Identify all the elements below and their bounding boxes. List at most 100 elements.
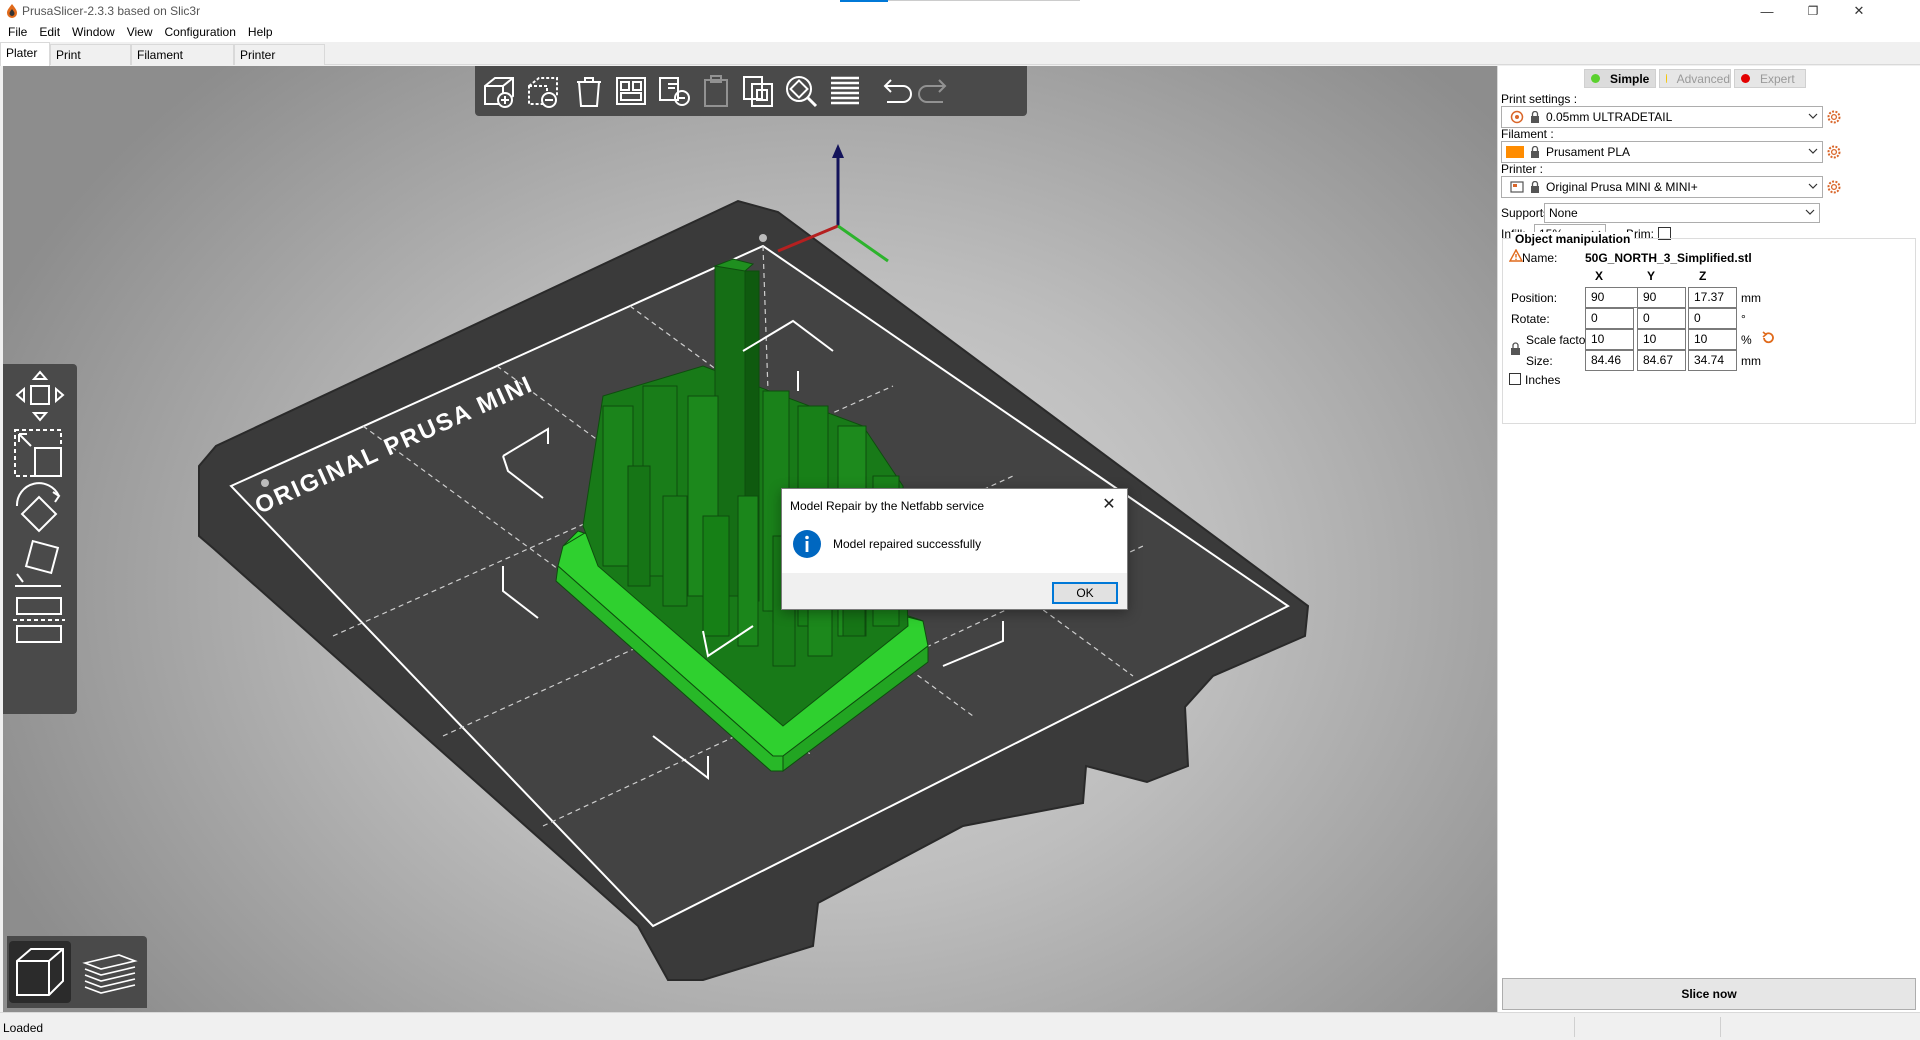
3d-view-icon[interactable] xyxy=(9,941,71,1003)
title-accent-line xyxy=(888,0,1080,1)
menu-edit[interactable]: Edit xyxy=(33,25,66,39)
mode-advanced-button[interactable]: Advanced xyxy=(1659,69,1731,88)
undo-icon[interactable] xyxy=(875,72,915,110)
add-icon[interactable] xyxy=(481,72,521,110)
search-icon[interactable] xyxy=(781,72,821,110)
chevron-down-icon xyxy=(1808,183,1818,189)
minimize-button[interactable]: — xyxy=(1744,0,1790,22)
dialog-title: Model Repair by the Netfabb service xyxy=(790,499,985,513)
printer-icon xyxy=(1510,181,1524,193)
lock-icon xyxy=(1531,111,1539,123)
name-label: Name: xyxy=(1522,251,1558,265)
object-manipulation-panel: Object manipulation Name: 50G_NORTH_3_Si… xyxy=(1502,232,1916,424)
model-repair-dialog: Model Repair by the Netfabb service ✕ Mo… xyxy=(781,488,1128,610)
layers-icon[interactable] xyxy=(825,72,865,110)
printer-label: Printer : xyxy=(1501,162,1544,176)
menu-window[interactable]: Window xyxy=(66,25,121,39)
mode-simple-button[interactable]: Simple xyxy=(1584,69,1656,88)
lock-icon xyxy=(1531,146,1539,158)
size-z-input[interactable]: 34.74 xyxy=(1688,350,1737,371)
tab-plater[interactable]: Plater xyxy=(0,42,50,66)
size-label: Size: xyxy=(1526,354,1553,368)
menu-configuration[interactable]: Configuration xyxy=(159,25,242,39)
arrange-icon[interactable] xyxy=(611,72,651,110)
gear-icon[interactable] xyxy=(1826,144,1842,160)
supports-combo[interactable]: None xyxy=(1544,203,1820,223)
expert-mode-icon xyxy=(1741,74,1750,83)
dialog-close-button[interactable]: ✕ xyxy=(1097,493,1121,515)
position-y-input[interactable]: 90 xyxy=(1637,287,1686,308)
print-settings-combo[interactable]: 0.05mm ULTRADETAIL xyxy=(1501,106,1823,128)
scale-lock-icon[interactable] xyxy=(1510,342,1521,355)
add-instance-icon[interactable] xyxy=(739,72,779,110)
rotate-unit: ° xyxy=(1741,312,1746,326)
move-icon[interactable] xyxy=(9,368,71,424)
cut-icon[interactable] xyxy=(9,592,71,648)
paste-icon[interactable] xyxy=(697,72,737,110)
scale-unit: % xyxy=(1741,333,1752,347)
gear-icon[interactable] xyxy=(1826,179,1842,195)
axis-z-label: Z xyxy=(1699,269,1707,283)
menu-bar: File Edit Window View Configuration Help xyxy=(0,22,1920,42)
printer-value: Original Prusa MINI & MINI+ xyxy=(1546,180,1698,194)
mode-expert-label: Expert xyxy=(1760,71,1795,86)
size-unit: mm xyxy=(1741,354,1761,368)
rotate-z-input[interactable]: 0 xyxy=(1688,308,1737,329)
inches-label: Inches xyxy=(1525,373,1561,387)
print-settings-label: Print settings : xyxy=(1501,92,1578,106)
top-toolbar xyxy=(475,66,1027,116)
y-axis xyxy=(837,224,889,263)
scale-z-input[interactable]: 10 xyxy=(1688,329,1737,350)
warning-icon[interactable] xyxy=(1509,249,1523,262)
filament-combo[interactable]: Prusament PLA xyxy=(1501,141,1823,163)
printer-combo[interactable]: Original Prusa MINI & MINI+ xyxy=(1501,176,1823,198)
delete-icon[interactable] xyxy=(525,72,565,110)
advanced-mode-icon xyxy=(1666,74,1667,83)
tab-print-settings[interactable]: Print Settings xyxy=(50,44,131,82)
redo-icon[interactable] xyxy=(915,72,955,110)
position-z-input[interactable]: 17.37 xyxy=(1688,287,1737,308)
axis-y-label: Y xyxy=(1647,269,1656,283)
dialog-message: Model repaired successfully xyxy=(833,537,982,551)
scale-y-input[interactable]: 10 xyxy=(1637,329,1686,350)
rotate-y-input[interactable]: 0 xyxy=(1637,308,1686,329)
simple-mode-icon xyxy=(1591,74,1600,83)
menu-help[interactable]: Help xyxy=(242,25,279,39)
scale-icon[interactable] xyxy=(9,426,71,482)
preview-layers-icon[interactable] xyxy=(79,941,141,1003)
copy-icon[interactable] xyxy=(655,72,695,110)
tab-bar: Plater Print Settings Filament Settings … xyxy=(0,42,1920,82)
position-x-input[interactable]: 90 xyxy=(1585,287,1645,308)
gear-icon[interactable] xyxy=(1826,109,1842,125)
slice-now-button[interactable]: Slice now xyxy=(1502,978,1916,1010)
chevron-down-icon xyxy=(1808,113,1818,119)
status-separator xyxy=(1720,1017,1721,1037)
rotate-label: Rotate: xyxy=(1511,312,1550,326)
place-on-face-icon[interactable] xyxy=(9,538,71,594)
tab-printer-settings[interactable]: Printer Settings xyxy=(234,44,325,82)
3d-viewport[interactable]: ORIGINAL PRUSA MINI Model Repair by the … xyxy=(3,66,1497,1012)
prusaslicer-app-icon xyxy=(7,4,17,18)
position-label: Position: xyxy=(1511,291,1558,305)
restore-button[interactable]: ❐ xyxy=(1790,0,1836,22)
menu-view[interactable]: View xyxy=(121,25,159,39)
mode-advanced-label: Advanced xyxy=(1676,71,1730,86)
title-accent xyxy=(840,0,888,2)
status-bar: Loaded xyxy=(0,1012,1920,1040)
view-toolbar xyxy=(7,936,147,1008)
menu-file[interactable]: File xyxy=(2,25,33,39)
delete-all-icon[interactable] xyxy=(569,72,609,110)
print-preset-icon xyxy=(1510,110,1524,124)
close-window-button[interactable]: ✕ xyxy=(1836,0,1882,22)
reset-scale-icon[interactable] xyxy=(1761,331,1775,345)
title-bar: PrusaSlicer-2.3.3 based on Slic3r — ❐ ✕ xyxy=(0,0,1920,22)
scale-x-input[interactable]: 10 xyxy=(1585,329,1634,350)
tab-filament-settings[interactable]: Filament Settings xyxy=(131,44,234,82)
inches-checkbox[interactable] xyxy=(1509,373,1521,385)
size-y-input[interactable]: 84.67 xyxy=(1637,350,1686,371)
rotate-x-input[interactable]: 0 xyxy=(1585,308,1634,329)
rotate-icon[interactable] xyxy=(9,482,71,538)
size-x-input[interactable]: 84.46 xyxy=(1585,350,1634,371)
mode-expert-button[interactable]: Expert xyxy=(1734,69,1806,88)
ok-button[interactable]: OK xyxy=(1052,582,1118,604)
